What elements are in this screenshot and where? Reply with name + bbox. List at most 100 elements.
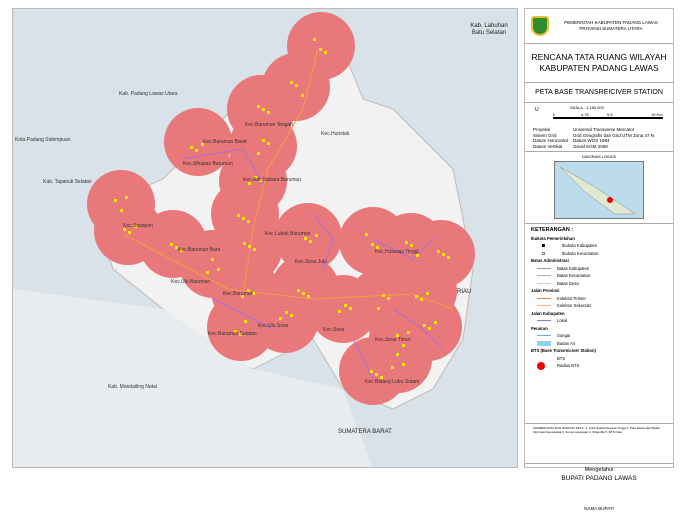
map-label: RIAU xyxy=(457,289,472,295)
bts-marker[interactable] xyxy=(248,245,251,248)
map-label: Kec.Sosopan xyxy=(123,223,153,229)
bts-marker[interactable] xyxy=(170,243,173,246)
bts-marker[interactable] xyxy=(301,94,304,97)
map-frame[interactable]: Kab. Labuhan Batu Selatan Kab. Padang La… xyxy=(12,8,518,468)
bts-marker[interactable] xyxy=(120,209,123,212)
map-label: Kec.Ulu Barumun xyxy=(171,279,211,285)
bts-marker[interactable] xyxy=(125,196,128,199)
bts-marker[interactable] xyxy=(257,152,260,155)
legend-item: Batas Desa xyxy=(557,280,579,286)
legend-item: Kolektor Sekunder xyxy=(557,303,592,308)
approve-label: Mengetahui xyxy=(584,467,614,473)
bts-marker[interactable] xyxy=(405,241,408,244)
bts-marker[interactable] xyxy=(434,321,437,324)
bts-marker[interactable] xyxy=(365,233,368,236)
location-inset-map xyxy=(554,161,644,219)
official-name: NAMA BUPATI xyxy=(584,506,614,511)
bts-marker[interactable] xyxy=(237,214,240,217)
bts-marker[interactable] xyxy=(285,311,288,314)
bts-marker[interactable] xyxy=(211,258,214,261)
map-label: Kec.Barumun Tengah xyxy=(245,122,293,128)
bts-marker[interactable] xyxy=(279,317,282,320)
official-title: BUPATI PADANG LAWAS xyxy=(561,475,637,482)
bts-marker[interactable] xyxy=(244,320,247,323)
map-canvas xyxy=(13,12,475,467)
bts-marker[interactable] xyxy=(396,353,399,356)
bts-marker[interactable] xyxy=(206,271,209,274)
legend-group: BTS (Base Transreiciver Station) xyxy=(531,348,596,353)
bts-marker[interactable] xyxy=(447,256,450,259)
map-label: Kec.Sihapas Barumun xyxy=(183,161,233,167)
bts-marker[interactable] xyxy=(309,240,312,243)
legend-item: Batas Kabupaten xyxy=(557,265,590,271)
map-title: RENCANA TATA RUANG WILAYAH xyxy=(531,52,667,62)
bts-marker[interactable] xyxy=(297,289,300,292)
bts-marker[interactable] xyxy=(410,244,413,247)
source-notes: SUMBER DATA DAN RIWAYAT PETA : 1. Citra … xyxy=(525,424,673,464)
bts-marker[interactable] xyxy=(371,243,374,246)
bts-marker[interactable] xyxy=(114,199,117,202)
bts-marker[interactable] xyxy=(370,370,373,373)
legend-item: Lokal xyxy=(557,318,568,323)
bts-marker[interactable] xyxy=(128,231,131,234)
bts-marker[interactable] xyxy=(382,294,385,297)
proj-value: Geoid EGM 2008 xyxy=(573,143,608,149)
bts-marker[interactable] xyxy=(315,234,318,237)
bts-marker[interactable] xyxy=(290,314,293,317)
bts-marker[interactable] xyxy=(338,310,341,313)
legend-item: Kolektor Primer xyxy=(557,295,586,301)
map-label: Kab. Mandailing Natal xyxy=(108,384,157,390)
bts-marker[interactable] xyxy=(377,307,380,310)
bts-marker[interactable] xyxy=(344,304,347,307)
map-label: Kec.Sosa xyxy=(323,327,345,333)
bts-marker[interactable] xyxy=(387,297,390,300)
map-label: Kab. Labuhan Batu Selatan xyxy=(470,23,508,36)
bts-marker[interactable] xyxy=(423,324,426,327)
bts-marker[interactable] xyxy=(243,242,246,245)
map-label: Kota Padang Sidempuan xyxy=(15,137,71,143)
signature-block: Mengetahui BUPATI PADANG LAWAS NAMA BUPA… xyxy=(525,464,673,514)
bts-marker[interactable] xyxy=(304,237,307,240)
proj-key: Datum Vertikal xyxy=(533,143,563,149)
bts-marker[interactable] xyxy=(402,363,405,366)
bts-marker[interactable] xyxy=(375,373,378,376)
map-label: Kec.Ulu Sosa xyxy=(258,323,289,329)
bts-marker[interactable] xyxy=(253,248,256,251)
legend-group: Perairan xyxy=(531,325,548,331)
bts-marker[interactable] xyxy=(262,139,265,142)
map-label: Kec.Batang Lubu Sutam xyxy=(365,379,420,385)
bts-marker[interactable] xyxy=(407,331,410,334)
map-label: Kec.Barumun Selatan xyxy=(208,331,257,337)
bts-marker[interactable] xyxy=(290,81,293,84)
map-title-2: KABUPATEN PADANG LAWAS xyxy=(539,63,659,73)
bts-marker[interactable] xyxy=(217,268,220,271)
bts-marker[interactable] xyxy=(247,220,250,223)
bts-marker[interactable] xyxy=(428,327,431,330)
bts-marker[interactable] xyxy=(426,292,429,295)
bts-marker[interactable] xyxy=(195,149,198,152)
bts-marker[interactable] xyxy=(319,48,322,51)
legend-group: Ibukota Pemerintahan xyxy=(531,235,575,241)
bts-marker[interactable] xyxy=(324,51,327,54)
bts-marker[interactable] xyxy=(267,111,270,114)
bts-marker[interactable] xyxy=(262,108,265,111)
bts-marker[interactable] xyxy=(307,295,310,298)
bts-marker[interactable] xyxy=(442,253,445,256)
bts-marker[interactable] xyxy=(295,84,298,87)
north-arrow-icon: U xyxy=(535,107,539,113)
map-label: Kec.Barumun Baru xyxy=(178,247,221,253)
bts-marker[interactable] xyxy=(313,38,316,41)
bts-marker[interactable] xyxy=(402,344,405,347)
bts-marker[interactable] xyxy=(242,217,245,220)
bts-marker[interactable] xyxy=(302,292,305,295)
legend-group: Jalan Provinsi xyxy=(531,288,560,293)
bts-marker[interactable] xyxy=(415,295,418,298)
bts-marker[interactable] xyxy=(190,146,193,149)
bts-marker[interactable] xyxy=(420,298,423,301)
bts-marker[interactable] xyxy=(267,142,270,145)
bts-marker[interactable] xyxy=(391,366,394,369)
bts-marker[interactable] xyxy=(349,307,352,310)
regency-logo xyxy=(531,16,549,36)
bts-marker[interactable] xyxy=(257,105,260,108)
bts-marker[interactable] xyxy=(437,250,440,253)
